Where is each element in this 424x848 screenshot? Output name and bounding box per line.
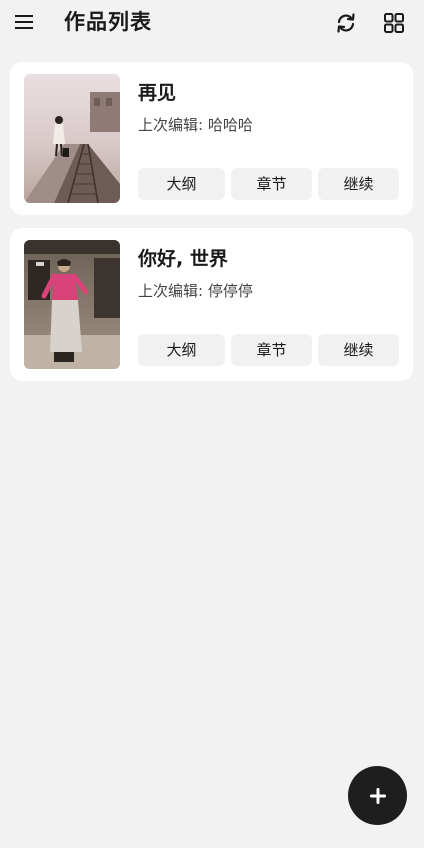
top-bar: 作品列表	[0, 0, 424, 44]
work-card[interactable]: 再见 上次编辑: 哈哈哈 大纲 章节 继续	[10, 62, 413, 215]
outline-button[interactable]: 大纲	[138, 168, 225, 200]
continue-button[interactable]: 继续	[318, 334, 399, 366]
work-card[interactable]: 你好, 世界 上次编辑: 停停停 大纲 章节 继续	[10, 228, 413, 381]
grid-view-icon	[384, 13, 404, 33]
page-title: 作品列表	[64, 10, 152, 34]
last-edit-text: 上次编辑: 停停停	[138, 282, 253, 300]
menu-button[interactable]	[12, 10, 36, 34]
chapters-button[interactable]: 章节	[231, 334, 312, 366]
work-actions: 大纲 章节 继续	[138, 168, 399, 200]
work-title: 再见	[138, 82, 177, 104]
chapters-button[interactable]: 章节	[231, 168, 312, 200]
work-actions: 大纲 章节 继续	[138, 334, 399, 366]
work-title: 你好, 世界	[138, 248, 228, 270]
refresh-button[interactable]	[332, 9, 360, 37]
work-cover-image	[24, 240, 120, 369]
work-cover-image	[24, 74, 120, 203]
plus-icon	[369, 787, 386, 804]
continue-button[interactable]: 继续	[318, 168, 399, 200]
grid-view-button[interactable]	[380, 9, 408, 37]
last-edit-text: 上次编辑: 哈哈哈	[138, 116, 253, 134]
outline-button[interactable]: 大纲	[138, 334, 225, 366]
refresh-icon	[337, 13, 355, 33]
add-work-button[interactable]	[348, 766, 407, 825]
hamburger-menu-icon	[15, 15, 33, 29]
